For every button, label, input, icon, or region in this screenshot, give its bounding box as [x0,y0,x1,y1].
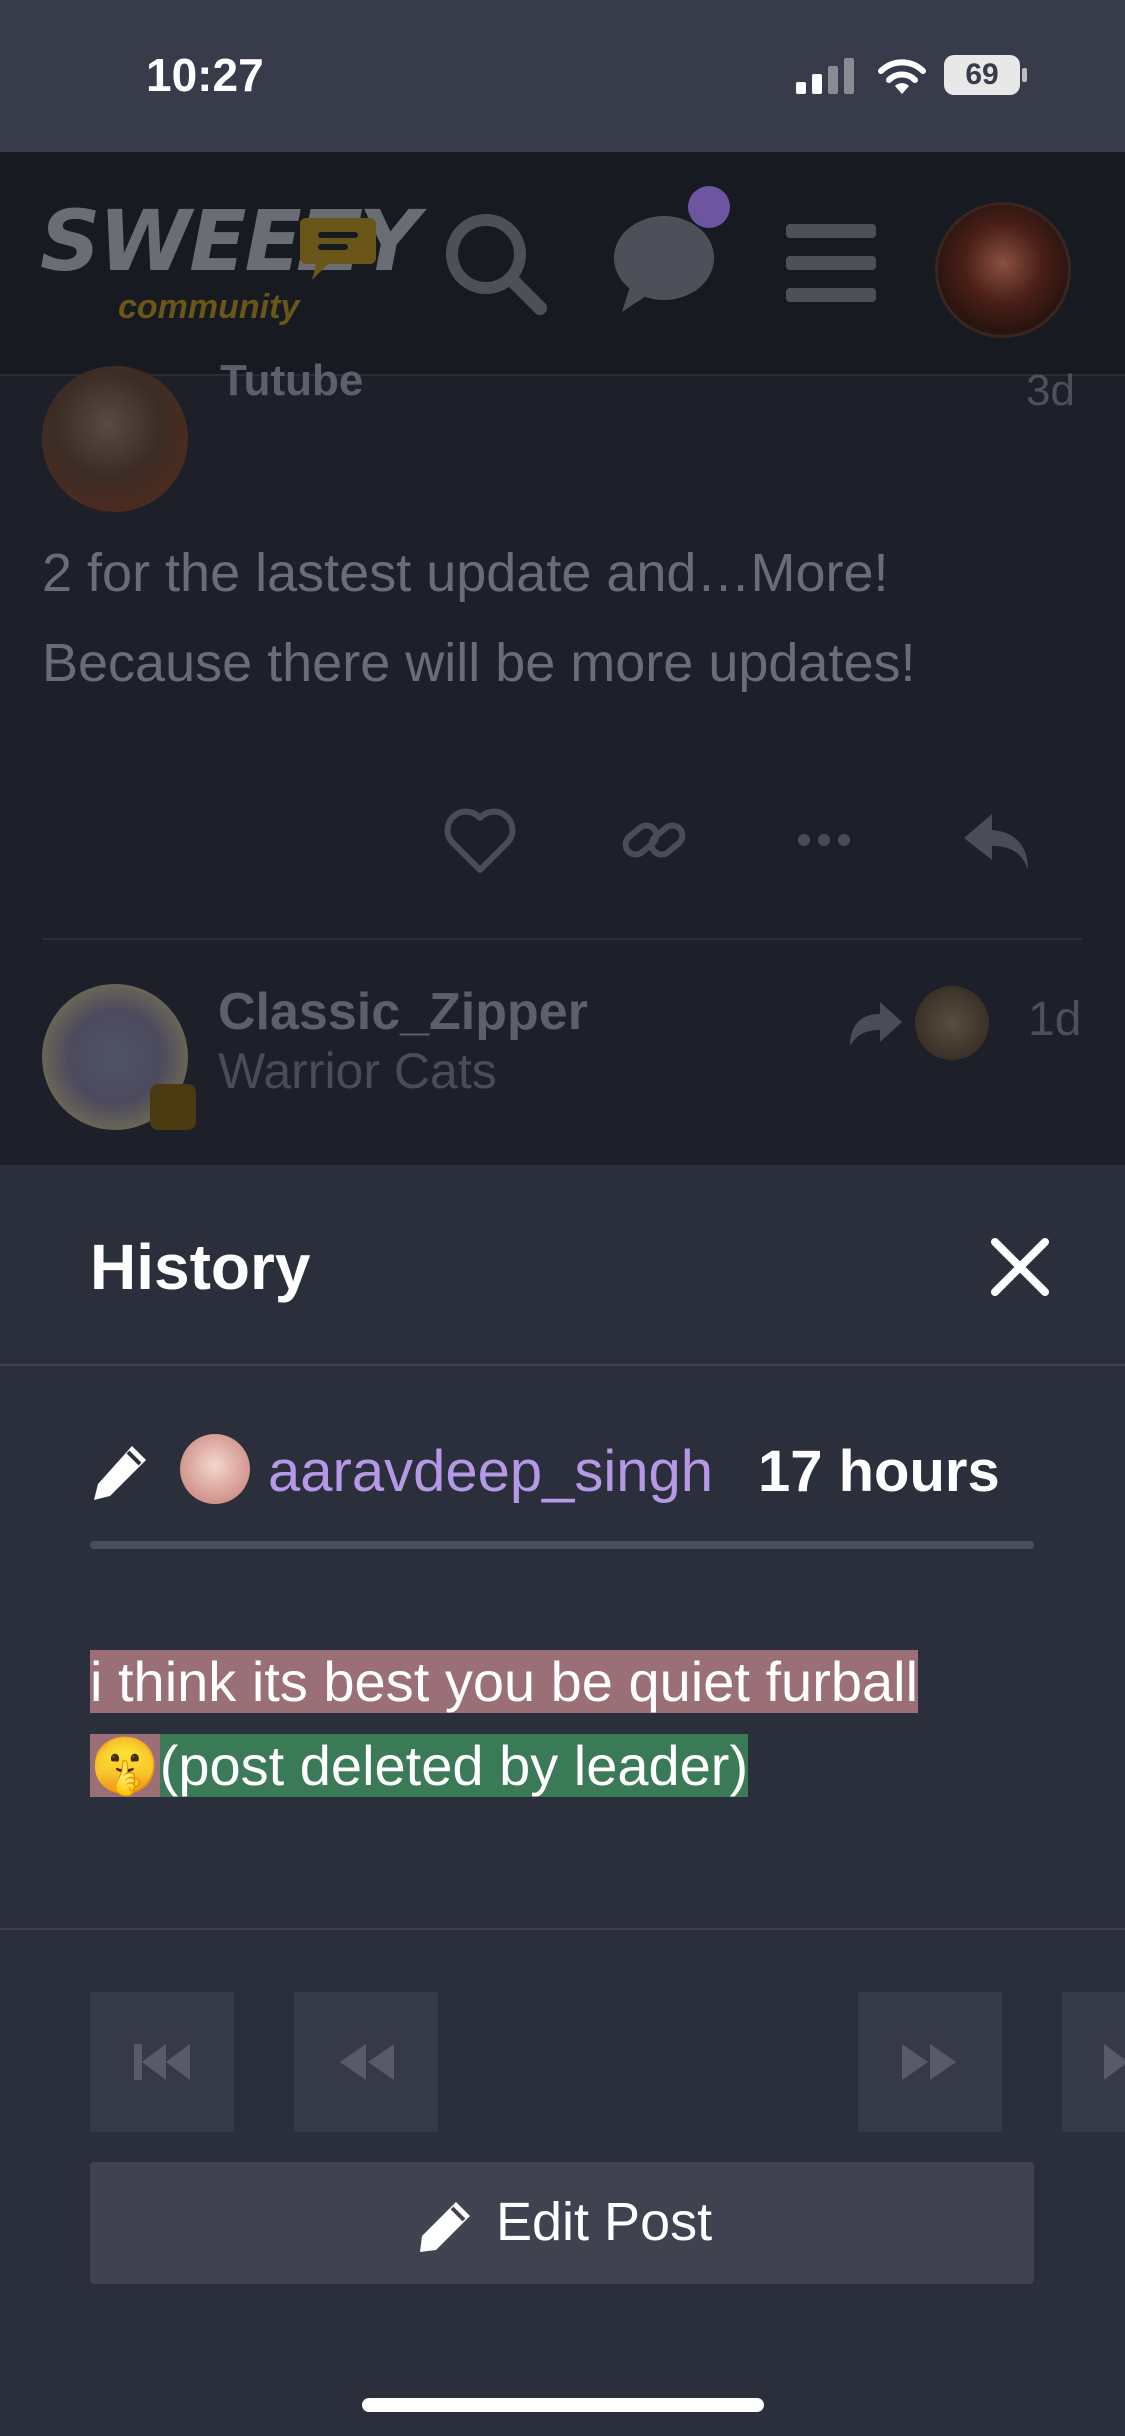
post-username[interactable]: Tutube [220,356,363,406]
menu-icon[interactable] [776,208,886,318]
content-divider [0,1928,1125,1930]
revision-time: 17 hours [758,1439,1000,1504]
user-flair: Warrior Cats [218,1043,497,1099]
battery-indicator: 69 [944,55,1030,97]
next-revision-button[interactable] [858,1992,1002,2132]
pencil-icon [420,2202,470,2252]
top-navigation: SWEEZY community [0,152,1125,376]
previous-revision-button[interactable] [294,1992,438,2132]
edit-post-label: Edit Post [496,2192,713,2252]
reply-icon[interactable] [958,800,1038,880]
reply-to-arrow-icon [850,1002,902,1046]
revision-progress-bar [90,1541,1034,1549]
notification-dot [688,186,730,228]
user-badge-icon [150,1084,196,1130]
header-divider [0,1364,1125,1366]
post-username[interactable]: Classic_Zipper [218,982,588,1042]
rewind-icon [340,2044,394,2080]
wifi-icon [878,59,926,94]
author-username[interactable]: aaravdeep_singh [268,1438,713,1505]
skip-to-last-icon [1104,2044,1125,2080]
home-indicator[interactable] [362,2398,764,2412]
revision-diff: i think its best you be quiet furball 🤫(… [90,1640,1050,1808]
reply-to-avatar[interactable] [915,986,989,1060]
last-revision-button[interactable] [1062,1992,1125,2132]
pencil-icon [94,1446,146,1500]
forum-background: SWEEZY community Tutube 3d 2 for the las… [0,152,1125,1165]
logo-subtitle: community [118,288,300,326]
search-icon[interactable] [440,208,550,318]
post-time: 1d [1028,993,1082,1046]
added-text: (post deleted by leader) [159,1734,749,1797]
removed-emoji: 🤫 [90,1734,160,1797]
post-time: 3d [1026,366,1075,415]
first-revision-button[interactable] [90,1992,234,2132]
cellular-signal-icon [796,58,854,94]
close-icon[interactable] [985,1232,1055,1302]
user-avatar[interactable] [935,202,1071,338]
post-avatar[interactable] [42,366,188,512]
fast-forward-icon [902,2044,956,2080]
link-icon[interactable] [614,800,694,880]
logo-chat-bubble-icon [300,218,376,280]
post-body: 2 for the lastest update and…More! Becau… [42,543,916,693]
author-avatar[interactable] [180,1434,250,1504]
modal-title: History [90,1231,311,1303]
like-heart-icon[interactable] [440,800,520,880]
sweezy-logo[interactable]: SWEEZY community [40,192,420,342]
battery-level: 69 [965,58,999,91]
skip-to-first-icon [134,2044,190,2080]
more-options-icon[interactable] [784,800,864,880]
post-separator [42,938,1082,940]
status-time: 10:27 [146,49,264,101]
removed-text: i think its best you be quiet furball [90,1650,919,1713]
